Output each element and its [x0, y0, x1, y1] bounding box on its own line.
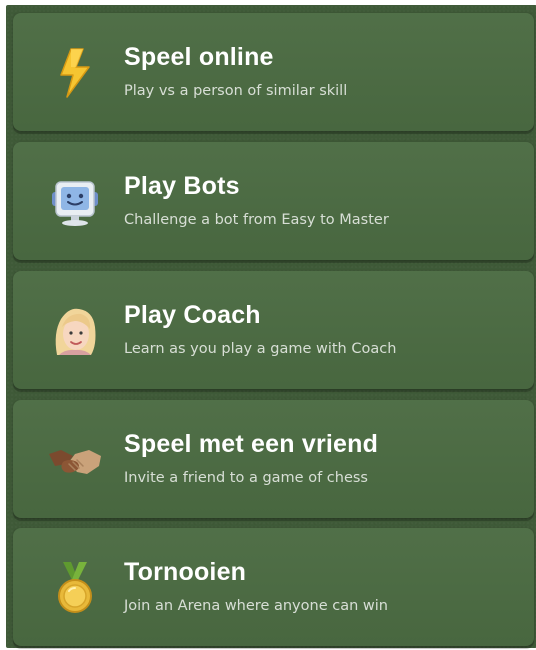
handshake-icon	[47, 432, 103, 488]
play-coach-title: Play Coach	[124, 301, 261, 329]
play-online-subtitle: Play vs a person of similar skill	[124, 83, 348, 99]
tournaments-title: Tornooien	[124, 558, 247, 586]
play-bots-card[interactable]: Play Bots Challenge a bot from Easy to M…	[13, 142, 534, 260]
lightning-bolt-icon	[47, 45, 103, 101]
play-friend-card[interactable]: Speel met een vriend Invite a friend to …	[13, 400, 534, 518]
tournaments-subtitle: Join an Arena where anyone can win	[124, 598, 388, 614]
coach-avatar-icon	[47, 303, 103, 359]
play-coach-subtitle: Learn as you play a game with Coach	[124, 341, 397, 357]
medal-icon	[47, 560, 103, 616]
tournaments-card[interactable]: Tornooien Join an Arena where anyone can…	[13, 528, 534, 646]
play-bots-subtitle: Challenge a bot from Easy to Master	[124, 212, 389, 228]
play-coach-card[interactable]: Play Coach Learn as you play a game with…	[13, 271, 534, 389]
play-friend-subtitle: Invite a friend to a game of chess	[124, 470, 368, 486]
play-bots-title: Play Bots	[124, 172, 240, 200]
play-friend-title: Speel met een vriend	[124, 430, 379, 458]
bot-computer-icon	[47, 174, 103, 230]
play-online-title: Speel online	[124, 43, 274, 71]
play-online-card[interactable]: Speel online Play vs a person of similar…	[13, 13, 534, 131]
play-menu-panel: Speel online Play vs a person of similar…	[6, 5, 536, 648]
